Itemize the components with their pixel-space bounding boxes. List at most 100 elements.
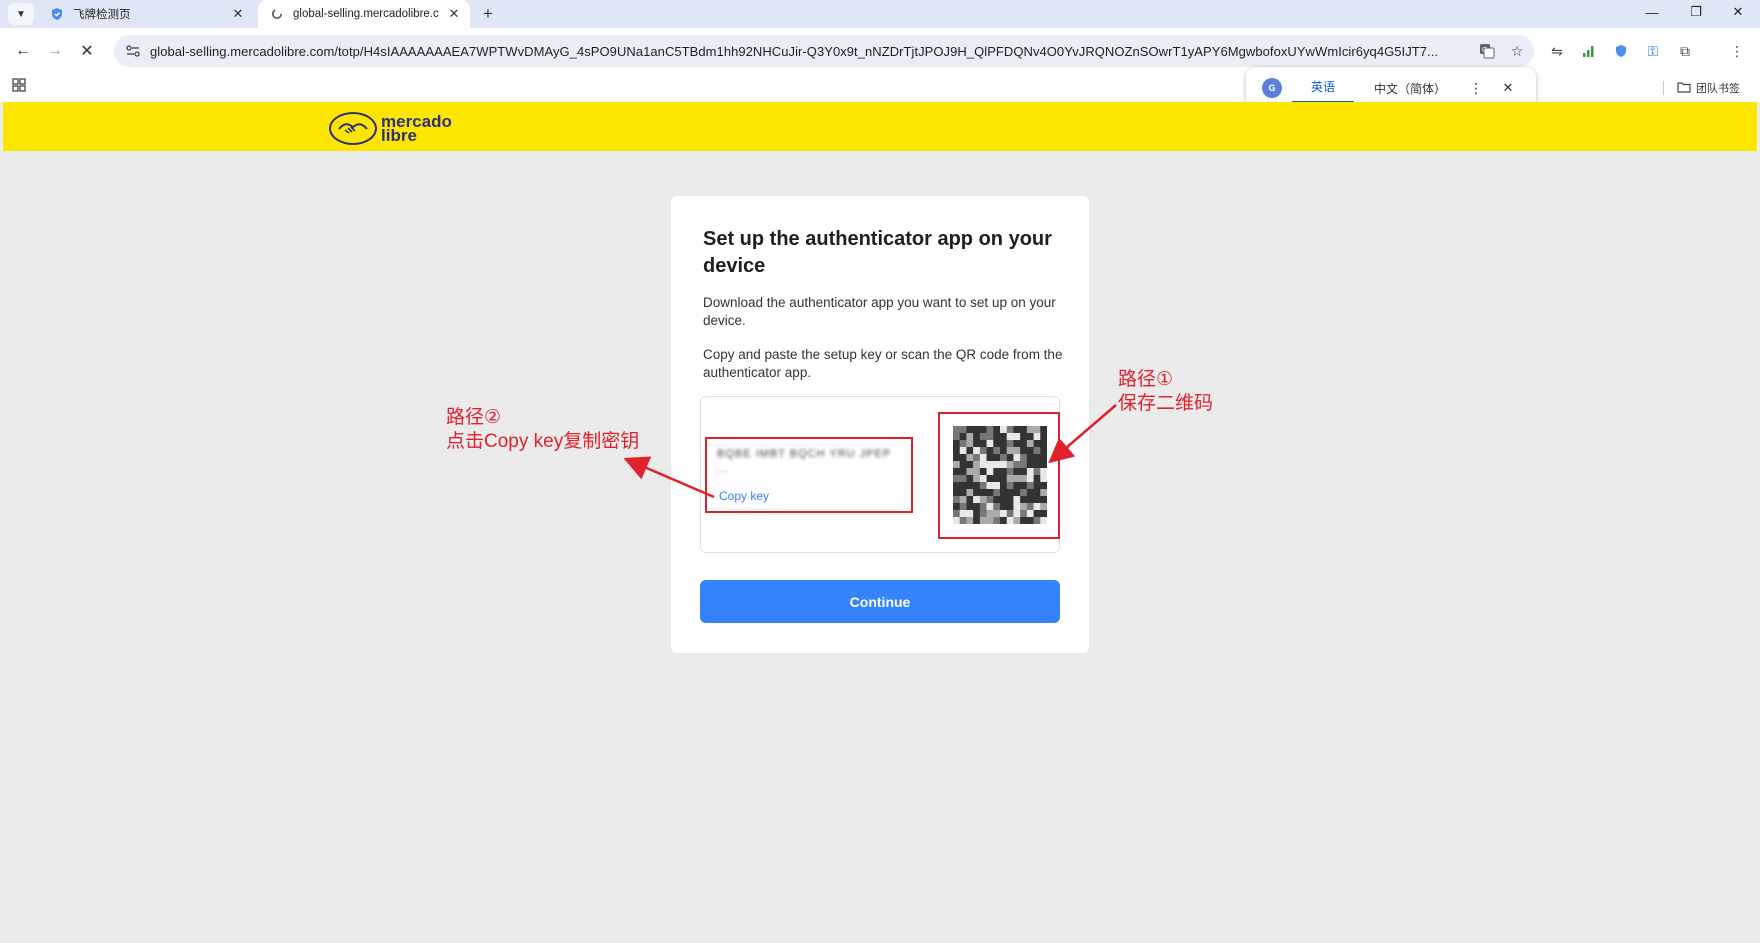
qr-module bbox=[1006, 468, 1014, 476]
qr-module bbox=[953, 426, 961, 434]
qr-module bbox=[1006, 517, 1014, 524]
tab-inactive[interactable]: 飞牌检测页 ✕ bbox=[38, 0, 254, 28]
qr-module bbox=[986, 503, 994, 511]
qr-module bbox=[959, 461, 967, 469]
qr-module bbox=[986, 454, 994, 462]
url-text[interactable]: global-selling.mercadolibre.com/totp/H4s… bbox=[150, 44, 1474, 59]
qr-module bbox=[1000, 510, 1008, 518]
qr-module bbox=[1026, 475, 1034, 483]
qr-module bbox=[1013, 468, 1021, 476]
stop-loading-icon[interactable]: ✕ bbox=[74, 38, 100, 64]
browser-menu-icon[interactable]: ⋮ bbox=[1724, 38, 1750, 64]
qr-module bbox=[979, 510, 987, 518]
tab-close-icon[interactable]: ✕ bbox=[444, 4, 464, 24]
qr-module bbox=[1020, 468, 1028, 476]
qr-module bbox=[1033, 468, 1041, 476]
extensions-puzzle-icon[interactable]: ⧉ bbox=[1672, 38, 1698, 64]
qr-module bbox=[1033, 489, 1041, 497]
qr-module bbox=[993, 440, 1001, 448]
qr-module bbox=[1033, 496, 1041, 504]
qr-module bbox=[1033, 454, 1041, 462]
qr-module bbox=[1020, 426, 1028, 434]
tab-title: 飞牌检测页 bbox=[73, 9, 131, 21]
qr-module bbox=[1040, 468, 1047, 476]
qr-module bbox=[959, 468, 967, 476]
restore-icon[interactable]: ❐ bbox=[1676, 0, 1716, 24]
translate-source-lang-tab[interactable]: 英语 bbox=[1292, 72, 1354, 104]
translate-options-icon[interactable]: ⋮ bbox=[1466, 80, 1486, 97]
page-title: Set up the authenticator app on your dev… bbox=[703, 228, 1052, 277]
apps-grid-icon[interactable] bbox=[12, 78, 26, 95]
qr-module bbox=[966, 454, 974, 462]
site-info-icon[interactable] bbox=[122, 45, 144, 57]
qr-module bbox=[1000, 496, 1008, 504]
annotation-path2-text: 点击Copy key复制密钥 bbox=[446, 431, 640, 452]
tab-active[interactable]: global-selling.mercadolibre.c ✕ bbox=[258, 0, 470, 28]
qr-module bbox=[979, 482, 987, 490]
minimize-icon[interactable]: — bbox=[1632, 0, 1672, 24]
copy-key-link[interactable]: Copy key bbox=[719, 489, 769, 503]
qr-module bbox=[986, 482, 994, 490]
translate-page-icon[interactable]: G bbox=[1474, 38, 1500, 64]
qr-module bbox=[953, 517, 961, 524]
address-bar[interactable]: global-selling.mercadolibre.com/totp/H4s… bbox=[114, 35, 1534, 67]
signal-bars-extension-icon[interactable] bbox=[1576, 38, 1602, 64]
qr-module bbox=[986, 468, 994, 476]
annotation-path1-text: 保存二维码 bbox=[1118, 393, 1214, 414]
qr-module bbox=[1000, 440, 1008, 448]
forward-arrow-icon[interactable]: → bbox=[42, 38, 68, 64]
tab-manager-icon[interactable]: ⇋ bbox=[1544, 38, 1570, 64]
new-tab-plus-icon[interactable]: + bbox=[476, 2, 500, 26]
qr-module bbox=[1040, 517, 1047, 524]
qr-module bbox=[1013, 426, 1021, 434]
qr-module bbox=[993, 433, 1001, 441]
qr-module bbox=[1013, 440, 1021, 448]
loading-favicon-icon bbox=[270, 7, 284, 21]
qr-module bbox=[993, 426, 1001, 434]
qr-module bbox=[1026, 503, 1034, 511]
qr-module bbox=[1033, 426, 1041, 434]
qr-module bbox=[1040, 475, 1047, 483]
svg-text:G: G bbox=[1482, 46, 1487, 54]
back-arrow-icon[interactable]: ← bbox=[10, 38, 36, 64]
translate-close-icon[interactable]: ✕ bbox=[1498, 80, 1518, 96]
mercadolibre-logo[interactable]: mercado libre bbox=[329, 112, 452, 145]
qr-module bbox=[993, 489, 1001, 497]
continue-button[interactable]: Continue bbox=[700, 580, 1060, 623]
qr-module bbox=[979, 468, 987, 476]
qr-module bbox=[959, 426, 967, 434]
qr-module bbox=[1026, 454, 1034, 462]
qr-module bbox=[986, 433, 994, 441]
tab-close-icon[interactable]: ✕ bbox=[228, 4, 248, 24]
qr-module bbox=[986, 496, 994, 504]
qr-module bbox=[1020, 447, 1028, 455]
qr-module bbox=[1040, 426, 1047, 434]
qr-module bbox=[953, 503, 961, 511]
key-extension-icon[interactable]: ⚿ bbox=[1640, 38, 1666, 64]
qr-module bbox=[1020, 510, 1028, 518]
qr-module bbox=[986, 461, 994, 469]
qr-module bbox=[1000, 475, 1008, 483]
qr-module bbox=[1006, 482, 1014, 490]
qr-module bbox=[1040, 510, 1047, 518]
qr-module bbox=[959, 447, 967, 455]
qr-module bbox=[1006, 503, 1014, 511]
qr-module bbox=[1000, 468, 1008, 476]
qr-module bbox=[993, 496, 1001, 504]
window-close-icon[interactable]: ✕ bbox=[1718, 0, 1758, 24]
annotation-path2: 路径② 点击Copy key复制密钥 bbox=[446, 406, 639, 454]
qr-module bbox=[966, 475, 974, 483]
qr-code-image[interactable] bbox=[953, 426, 1047, 524]
qr-module bbox=[979, 496, 987, 504]
annotation-path1: 路径① 保存二维码 bbox=[1118, 368, 1213, 416]
qr-module bbox=[973, 447, 981, 455]
bookmark-star-icon[interactable]: ☆ bbox=[1504, 38, 1530, 64]
qr-module bbox=[959, 510, 967, 518]
qr-module bbox=[973, 510, 981, 518]
shield-extension-icon[interactable] bbox=[1608, 38, 1634, 64]
qr-module bbox=[953, 496, 961, 504]
qr-module bbox=[1013, 517, 1021, 524]
bookmark-folder[interactable]: 团队书签 bbox=[1677, 78, 1740, 98]
tab-search-button[interactable]: ▼ bbox=[8, 3, 34, 25]
logo-word-libre: libre bbox=[381, 125, 417, 145]
